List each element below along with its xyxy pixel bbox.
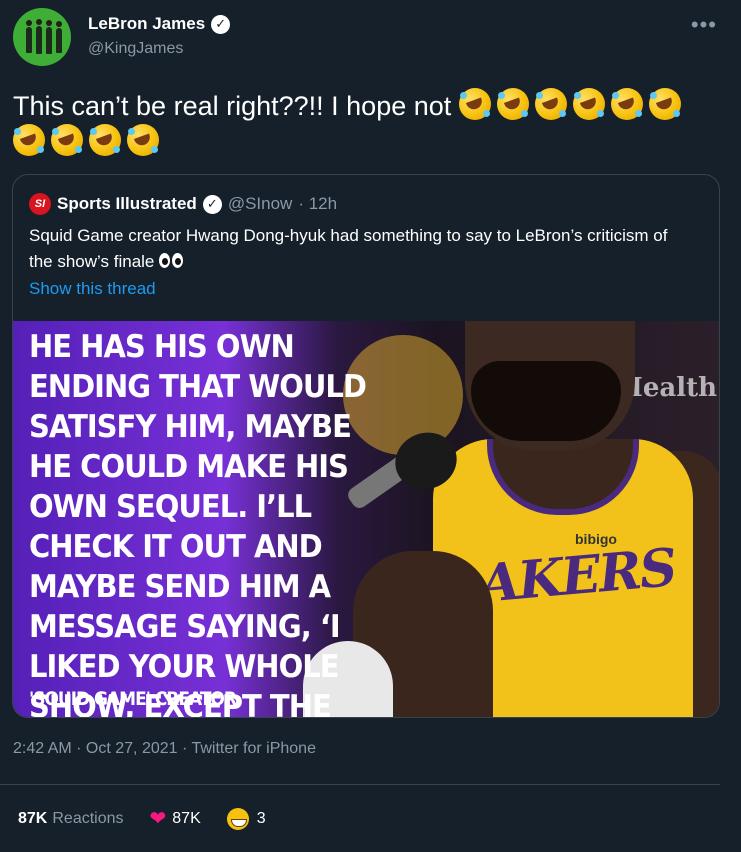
rolling-laughing-emoji-icon <box>51 124 83 156</box>
divider <box>0 784 720 785</box>
jersey-sponsor: bibigo <box>575 531 617 547</box>
rolling-laughing-emoji-icon <box>458 88 491 120</box>
tweet-text: This can’t be real right??!! I hope not <box>13 88 713 160</box>
rolling-laughing-emoji-icon <box>13 124 45 156</box>
grin-count[interactable]: 3 <box>257 810 266 828</box>
quoted-tweet-text: Squid Game creator Hwang Dong-hyuk had s… <box>29 223 689 275</box>
grinning-sweat-icon[interactable] <box>226 807 249 830</box>
quoted-tweet-header: SI Sports Illustrated ✓ @SInow · 12h <box>29 193 337 215</box>
more-options-icon[interactable]: ••• <box>691 12 717 38</box>
rolling-laughing-emoji-icon <box>127 124 159 156</box>
quoted-tweet-time[interactable]: · 12h <box>298 194 337 214</box>
verified-badge-icon: ✓ <box>202 194 222 214</box>
quoted-tweet-body: Squid Game creator Hwang Dong-hyuk had s… <box>29 226 668 271</box>
author-name-row[interactable]: LeBron James ✓ <box>88 14 231 34</box>
rolling-laughing-emoji-icon <box>648 88 681 120</box>
eyes-icon <box>159 253 185 269</box>
verified-badge-icon: ✓ <box>211 14 231 34</box>
rolling-laughing-emoji-icon <box>534 88 567 120</box>
reactions-bar[interactable]: 87K Reactions ❤ 87K 3 <box>18 806 266 831</box>
rolling-laughing-emoji-icon <box>496 88 529 120</box>
tweet-body: This can’t be real right??!! I hope not <box>13 91 452 121</box>
show-thread-link[interactable]: Show this thread <box>29 279 156 299</box>
quoted-tweet[interactable]: SI Sports Illustrated ✓ @SInow · 12h Squ… <box>12 174 720 718</box>
author-name[interactable]: LeBron James <box>88 14 205 34</box>
rolling-laughing-emoji-icon <box>89 124 121 156</box>
quoted-author-handle[interactable]: @SInow <box>228 194 293 214</box>
reactions-total[interactable]: 87K <box>18 810 47 828</box>
quoted-author-name[interactable]: Sports Illustrated <box>57 194 197 214</box>
image-quote-text: HE HAS HIS OWN ENDING THAT WOULD SATISFY… <box>29 328 367 717</box>
rolling-laughing-emoji-icon <box>572 88 605 120</box>
reactions-label[interactable]: Reactions <box>52 810 123 828</box>
author-handle[interactable]: @KingJames <box>88 40 183 58</box>
image-caption: 'SQUID GAME' CREATOR <box>29 689 237 711</box>
sports-illustrated-logo-icon[interactable]: SI <box>29 193 51 215</box>
beard <box>471 361 621 441</box>
heart-icon[interactable]: ❤ <box>150 806 167 831</box>
quoted-tweet-image[interactable]: Health LAKERS bibigo HE HAS HIS OWN ENDI… <box>13 321 719 717</box>
author-avatar[interactable] <box>13 8 71 66</box>
rolling-laughing-emoji-icon <box>610 88 643 120</box>
tweet-timestamp[interactable]: 2:42 AM · Oct 27, 2021 · Twitter for iPh… <box>13 740 316 758</box>
likes-count[interactable]: 87K <box>172 810 200 828</box>
